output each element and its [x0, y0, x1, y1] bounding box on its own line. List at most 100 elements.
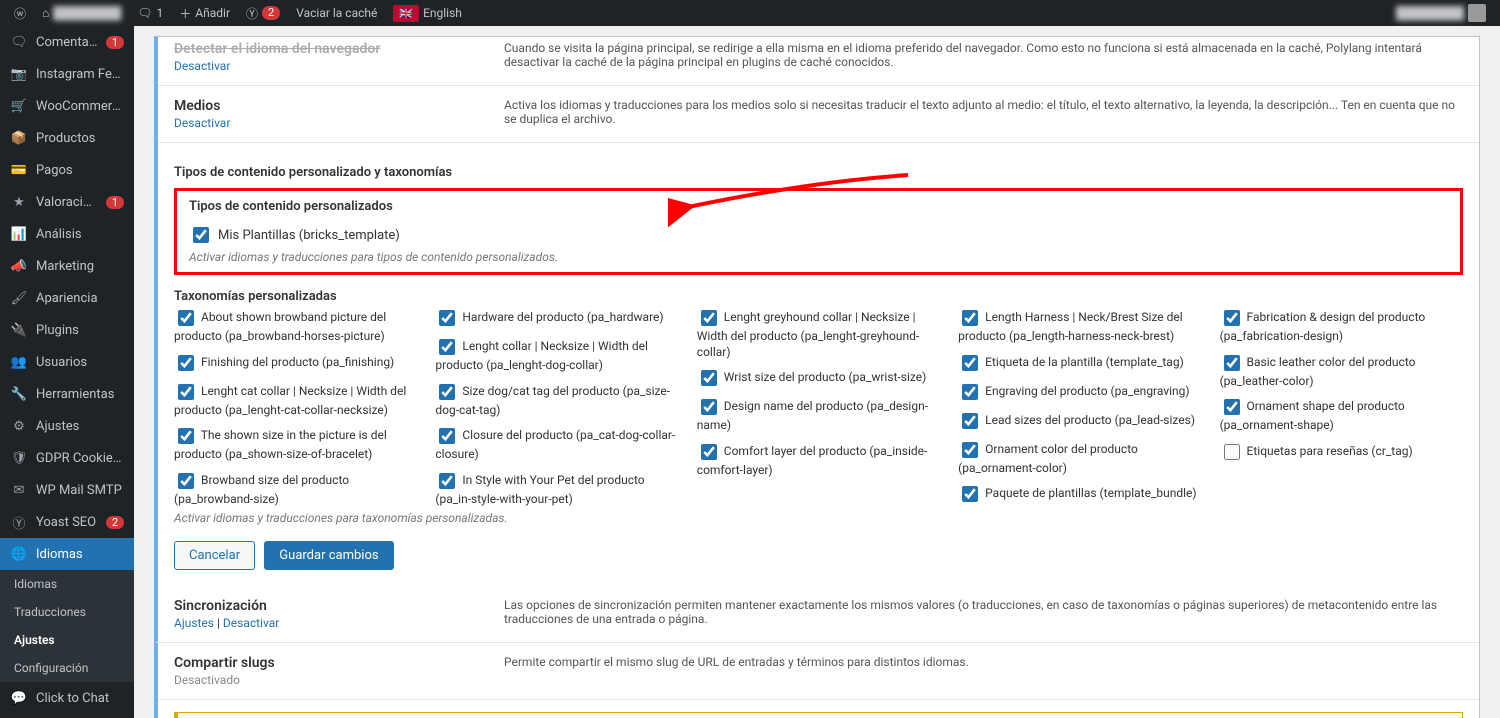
sidebar-item[interactable]: 📊Análisis — [0, 218, 134, 250]
cpt-checkbox-row[interactable]: Mis Plantillas (bricks_template) — [189, 224, 1448, 246]
setting-description: Cuando se visita la página principal, se… — [504, 41, 1463, 73]
toolbar-clear-cache[interactable]: Vaciar la caché — [288, 0, 385, 26]
setting-share-slugs: Compartir slugs Desactivado Permite comp… — [158, 643, 1479, 700]
camera-icon: 📷 — [10, 65, 28, 83]
taxonomy-checkbox[interactable]: Fabrication & design del producto (pa_fa… — [1220, 310, 1463, 345]
setting-title: Detectar el idioma del navegador — [174, 41, 474, 57]
sidebar-item[interactable]: ★Valoraciones1 — [0, 186, 134, 218]
chart-icon: 📊 — [10, 225, 28, 243]
taxonomy-checkbox[interactable]: Browband size del producto (pa_browband-… — [174, 473, 417, 508]
sidebar-item[interactable]: 🗨Comentarios1 — [0, 26, 134, 58]
taxonomy-checkbox[interactable]: Ornament color del producto (pa_ornament… — [958, 442, 1201, 477]
count-badge: 1 — [106, 196, 124, 209]
cancel-button[interactable]: Cancelar — [174, 541, 255, 570]
cart-icon: 🛒 — [10, 97, 28, 115]
setting-description: Activa los idiomas y traducciones para l… — [504, 98, 1463, 130]
sidebar-subitem[interactable]: Traducciones — [0, 598, 134, 626]
sidebar-item[interactable]: ✉WP Mail SMTP — [0, 474, 134, 506]
sidebar-subitem[interactable]: Idiomas — [0, 570, 134, 598]
yoast-icon: Ⓨ — [246, 5, 258, 22]
translate-icon: 🌐 — [10, 545, 28, 563]
sidebar-item[interactable]: 🛒WooCommerce — [0, 90, 134, 122]
taxonomy-checkbox[interactable]: Finishing del producto (pa_finishing) — [174, 355, 417, 374]
sidebar-item[interactable]: 🔧Herramientas — [0, 378, 134, 410]
box-icon: 📦 — [10, 129, 28, 147]
taxonomy-checkbox[interactable]: Wrist size del producto (pa_wrist-size) — [697, 370, 940, 389]
sidebar-item[interactable]: 🌐Idiomas — [0, 538, 134, 570]
sidebar-item[interactable]: 📦Productos — [0, 122, 134, 154]
taxonomy-checkbox[interactable]: Paquete de plantillas (template_bundle) — [958, 486, 1201, 505]
sidebar-subitem[interactable]: Configuración — [0, 654, 134, 682]
taxonomy-checkbox[interactable]: Engraving del producto (pa_engraving) — [958, 384, 1201, 403]
main-content: Detectar el idioma del navegador Desacti… — [134, 26, 1500, 718]
taxonomy-checkbox[interactable]: Closure del producto (pa_cat-dog-collar-… — [435, 428, 678, 463]
star-icon: ★ — [10, 193, 28, 211]
setting-description: Las opciones de sincronización permiten … — [504, 598, 1463, 630]
sidebar-subitem[interactable]: Ajustes — [0, 626, 134, 654]
taxonomy-grid: About shown browband picture del product… — [174, 310, 1463, 507]
chat-icon: 💬 — [10, 689, 28, 707]
taxonomy-checkbox[interactable]: Length Harness | Neck/Brest Size del pro… — [958, 310, 1201, 345]
cpt-bricks-template-checkbox[interactable] — [193, 227, 209, 243]
wp-logo[interactable]: ⓦ — [6, 0, 34, 26]
save-button[interactable]: Guardar cambios — [264, 541, 393, 570]
toolbar-account[interactable]: ████████ — [1388, 0, 1494, 26]
taxonomy-checkbox[interactable]: Hardware del producto (pa_hardware) — [435, 310, 678, 329]
sidebar-item[interactable]: 💬Click to Chat — [0, 682, 134, 714]
toolbar-comments[interactable]: 🗨1 — [129, 0, 171, 26]
sidebar-item[interactable]: 👥Usuarios — [0, 346, 134, 378]
taxonomy-checkbox[interactable]: Basic leather color del producto (pa_lea… — [1220, 355, 1463, 390]
taxonomy-checkbox[interactable]: Lead sizes del producto (pa_lead-sizes) — [958, 413, 1201, 432]
brush-icon: 🖌 — [10, 289, 28, 307]
taxonomy-checkbox[interactable]: The shown size in the picture is del pro… — [174, 428, 417, 463]
sidebar-item[interactable]: 💳Pagos — [0, 154, 134, 186]
taxonomy-checkbox[interactable]: Lenght collar | Necksize | Width del pro… — [435, 339, 678, 374]
tax-subheading: Taxonomías personalizadas — [174, 289, 1463, 304]
deactivate-link[interactable]: Desactivar — [223, 616, 279, 630]
sidebar-item[interactable]: 📣Marketing — [0, 250, 134, 282]
comment-icon: 🗨 — [137, 6, 152, 20]
sliders-icon: ⚙ — [10, 417, 28, 435]
annotation-arrow — [668, 167, 928, 227]
users-icon: 👥 — [10, 353, 28, 371]
toolbar-new[interactable]: ＋Añadir — [171, 0, 238, 26]
home-icon: ⌂ — [42, 6, 49, 20]
card-icon: 💳 — [10, 161, 28, 179]
shield-icon: 🛡 — [10, 449, 28, 467]
count-badge: 1 — [106, 36, 124, 49]
setting-description: Permite compartir el mismo slug de URL d… — [504, 655, 1463, 687]
sidebar-item[interactable]: ⓎYoast SEO2 — [0, 506, 134, 538]
taxonomy-checkbox[interactable]: Etiquetas para reseñas (cr_tag) — [1220, 444, 1463, 463]
count-badge: 2 — [106, 516, 124, 529]
taxonomy-checkbox[interactable]: Lenght cat collar | Necksize | Width del… — [174, 384, 417, 419]
setting-title: Sincronización — [174, 598, 474, 614]
setting-cpt-taxonomies: Tipos de contenido personalizado y taxon… — [158, 143, 1479, 586]
taxonomy-checkbox[interactable]: Lenght greyhound collar | Necksize | Wid… — [697, 310, 940, 360]
deactivate-link[interactable]: Desactivar — [174, 116, 230, 130]
setting-title: Medios — [174, 98, 474, 114]
sidebar-item[interactable]: 🖌Apariencia — [0, 282, 134, 314]
deactivate-link[interactable]: Desactivar — [174, 59, 230, 73]
sidebar-item[interactable]: ≡Premmerce — [0, 714, 134, 718]
setting-sync: Sincronización Ajustes | Desactivar Las … — [154, 586, 1479, 643]
taxonomy-checkbox[interactable]: In Style with Your Pet del producto (pa_… — [435, 473, 678, 508]
taxonomy-checkbox[interactable]: About shown browband picture del product… — [174, 310, 417, 345]
sidebar-item[interactable]: 📷Instagram Feeds — [0, 58, 134, 90]
toolbar-language[interactable]: 🇬🇧English — [385, 0, 470, 26]
sidebar-item[interactable]: 🔌Plugins — [0, 314, 134, 346]
sidebar-item[interactable]: 🛡GDPR Cookie Compliance — [0, 442, 134, 474]
site-home[interactable]: ⌂████████ — [34, 0, 129, 26]
taxonomy-checkbox[interactable]: Size dog/cat tag del producto (pa_size-d… — [435, 384, 678, 419]
taxonomy-checkbox[interactable]: Comfort layer del producto (pa_inside-co… — [697, 444, 940, 479]
admin-toolbar: ⓦ ⌂████████ 🗨1 ＋Añadir Ⓨ2 Vaciar la cach… — [0, 0, 1500, 26]
toolbar-yoast[interactable]: Ⓨ2 — [238, 0, 288, 26]
taxonomy-checkbox[interactable]: Etiqueta de la plantilla (template_tag) — [958, 355, 1201, 374]
setting-detect-browser: Detectar el idioma del navegador Desacti… — [158, 37, 1479, 86]
sidebar-item[interactable]: ⚙Ajustes — [0, 410, 134, 442]
avatar — [1468, 4, 1486, 22]
taxonomy-checkbox[interactable]: Ornament shape del producto (pa_ornament… — [1220, 399, 1463, 434]
tax-description: Activar idiomas y traducciones para taxo… — [174, 511, 1463, 525]
wordpress-icon: ⓦ — [14, 5, 26, 22]
taxonomy-checkbox[interactable]: Design name del producto (pa_design-name… — [697, 399, 940, 434]
adjust-link[interactable]: Ajustes — [174, 616, 214, 630]
